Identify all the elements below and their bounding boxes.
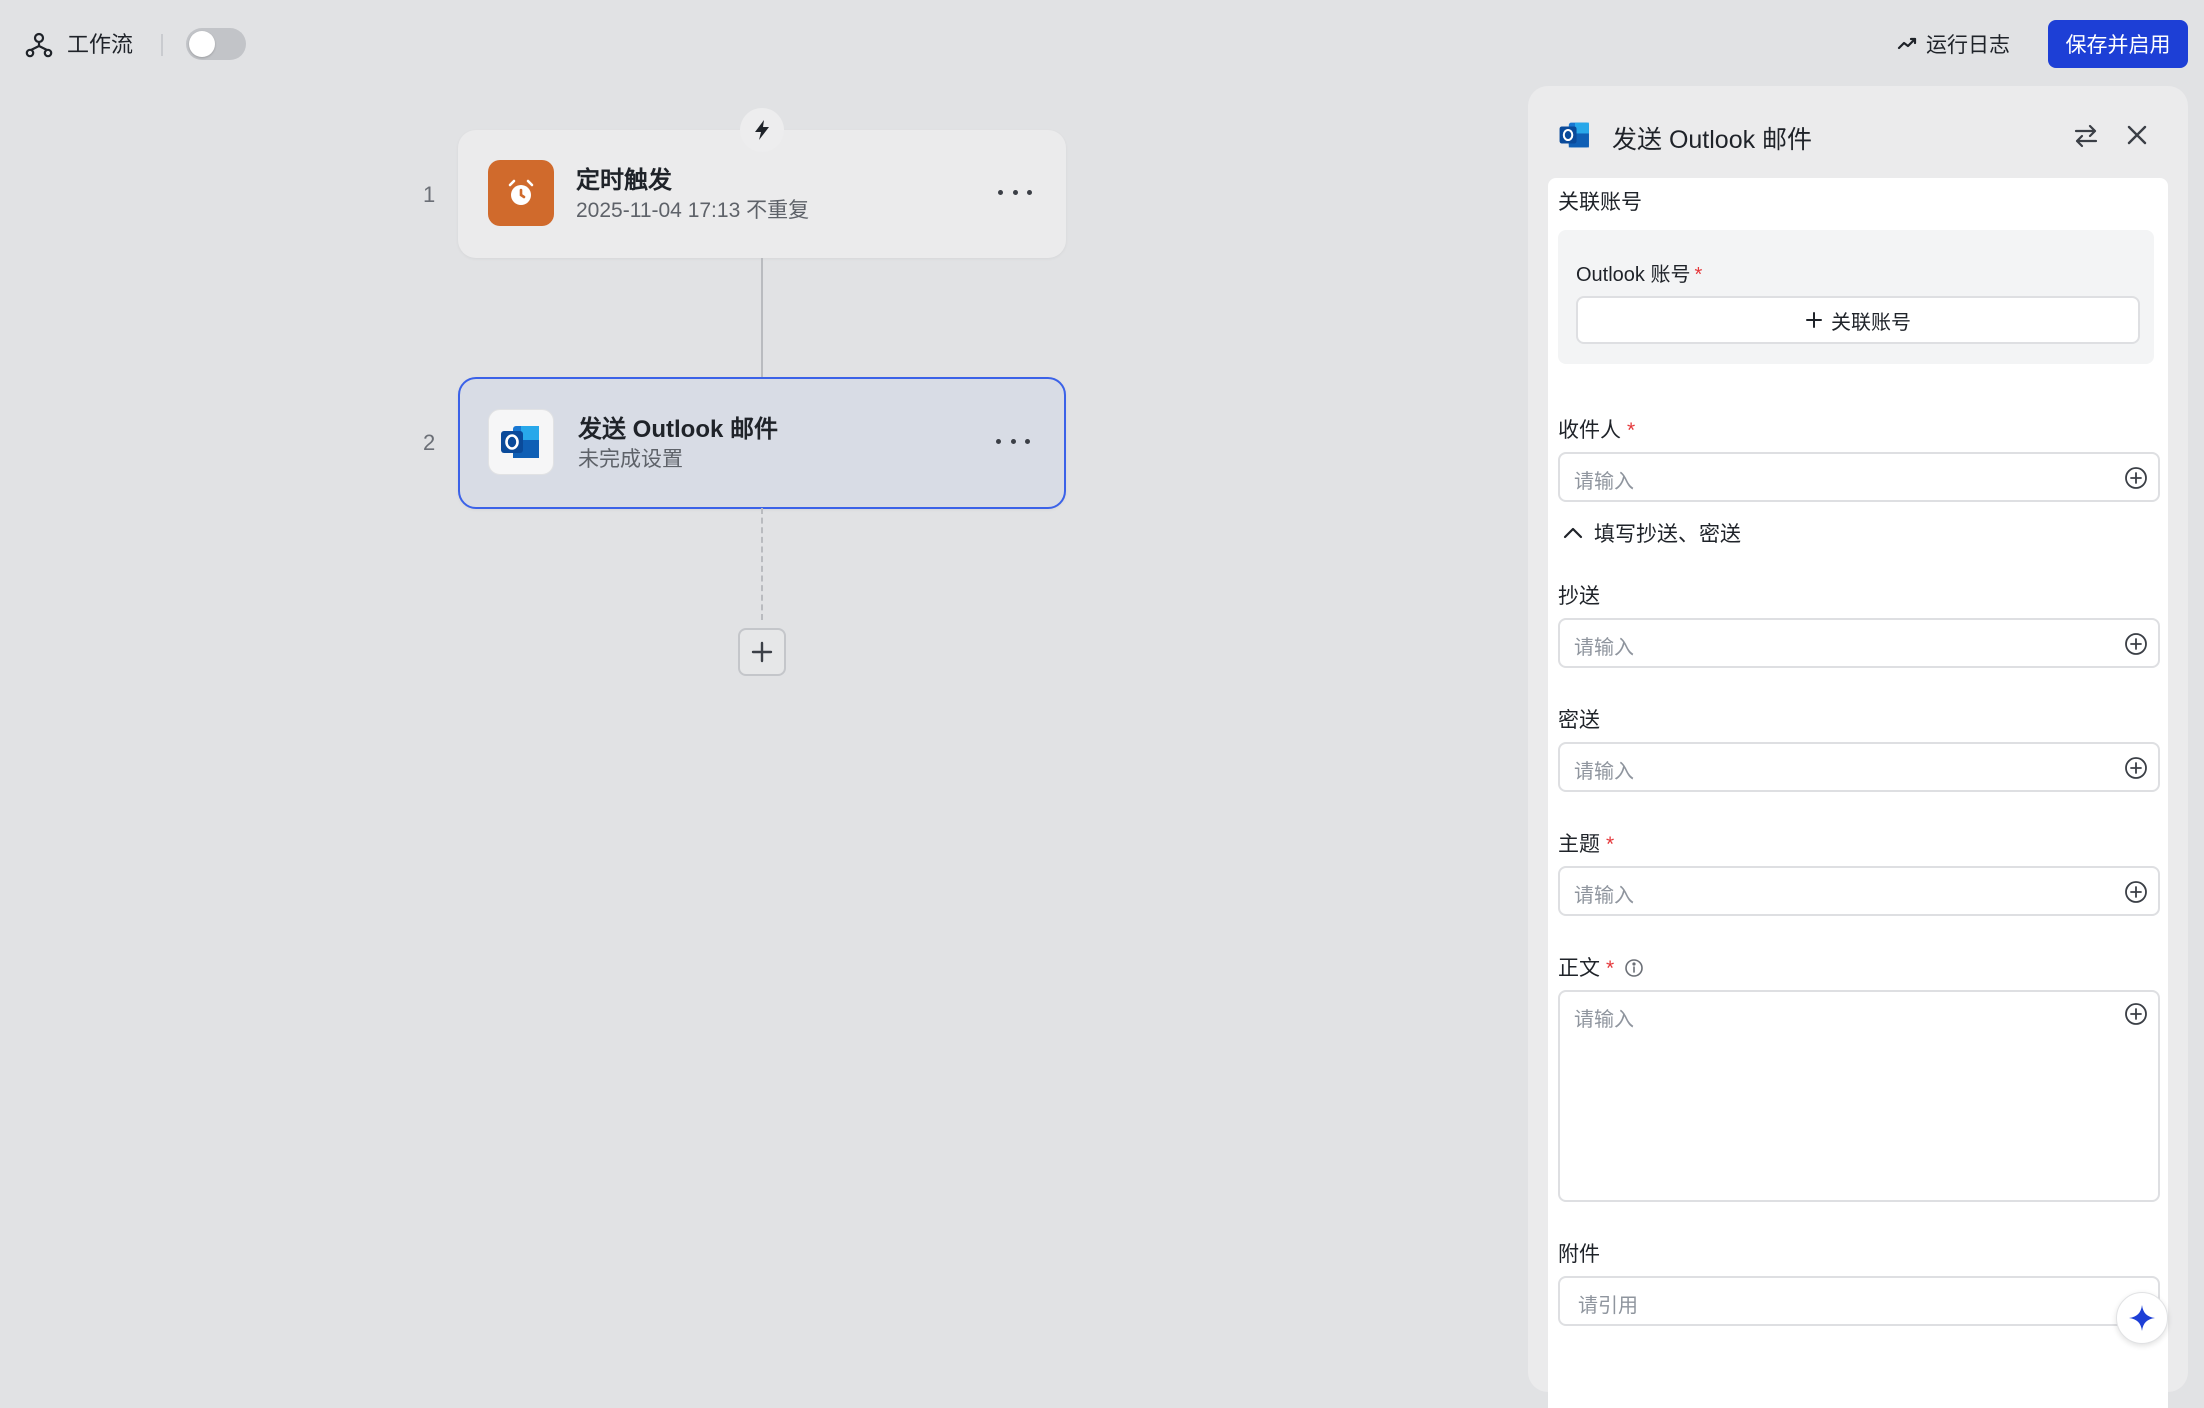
ai-assistant-button[interactable] [2116,1292,2168,1344]
body-placeholder: 请输入 [1574,1009,1634,1031]
insert-variable-icon[interactable] [2124,756,2148,780]
switch-action-icon[interactable] [2072,122,2100,150]
more-options-icon[interactable] [996,429,1030,453]
link-account-label: 关联账号 [1831,311,1911,334]
top-bar: 工作流 运行日志 保存并启用 [0,0,2204,88]
account-box: Outlook 账号 * 关联账号 [1558,230,2154,364]
attachment-placeholder: 请引用 [1578,1295,1638,1317]
cc-bcc-toggle-label: 填写抄送、密送 [1594,523,1741,546]
outlook-icon [488,409,554,475]
cc-bcc-toggle[interactable]: 填写抄送、密送 [1562,518,1741,548]
recipient-placeholder: 请输入 [1574,471,1634,493]
step-number: 2 [423,430,436,455]
outlook-account-label: Outlook 账号 * [1576,264,1703,286]
cc-input[interactable]: 请输入 [1558,618,2160,668]
step-card-send-outlook[interactable]: 发送 Outlook 邮件 未完成设置 [458,377,1066,509]
step-subtitle: 2025-11-04 17:13 不重复 [576,199,810,222]
body-label: 正文 * [1558,952,1644,984]
bcc-input[interactable]: 请输入 [1558,742,2160,792]
alarm-clock-icon [488,160,554,226]
recipient-label: 收件人 * [1558,419,1636,442]
insert-variable-icon[interactable] [2124,1002,2148,1026]
workflow-enable-toggle[interactable] [186,28,246,60]
add-step-button[interactable] [738,628,786,676]
cc-placeholder: 请输入 [1574,637,1634,659]
attachment-label: 附件 [1558,1243,1600,1266]
account-section-label: 关联账号 [1558,191,1642,214]
step-number: 1 [423,182,436,207]
divider [161,34,163,56]
trend-icon [1897,37,1917,50]
attachment-input[interactable]: 请引用 [1558,1276,2160,1326]
plus-icon [1806,312,1822,328]
cc-label: 抄送 [1558,585,1600,608]
bcc-label: 密送 [1558,709,1600,732]
more-options-icon[interactable] [998,180,1032,204]
insert-variable-icon[interactable] [2124,632,2148,656]
body-textarea[interactable]: 请输入 [1558,990,2160,1202]
insert-variable-icon[interactable] [2124,466,2148,490]
step-title: 发送 Outlook 邮件 [578,416,778,443]
connector-line [761,258,763,378]
recipient-input[interactable]: 请输入 [1558,452,2160,502]
panel-form: 关联账号 Outlook 账号 * 关联账号 收件人 * 请输入 填写抄送、密送 抄… [1548,178,2168,1408]
subject-placeholder: 请输入 [1574,885,1634,907]
required-mark: * [1606,957,1615,980]
step-subtitle: 未完成设置 [578,448,683,471]
insert-variable-icon[interactable] [2124,880,2148,904]
connector-dashed-line [761,508,763,620]
sparkle-icon [2129,1305,2155,1331]
workflow-icon [24,30,54,60]
workflow-title: 工作流 [67,32,134,57]
run-log-button[interactable]: 运行日志 [1896,26,2010,62]
lightning-icon [740,108,784,152]
info-icon[interactable] [1624,958,1644,984]
required-mark: * [1606,833,1615,856]
bcc-placeholder: 请输入 [1574,761,1634,783]
outlook-icon [1558,118,1592,152]
step-title: 定时触发 [576,167,672,194]
save-and-enable-button[interactable]: 保存并启用 [2048,20,2188,68]
chevron-up-icon [1563,527,1583,539]
toggle-knob [189,31,215,57]
close-icon[interactable] [2122,120,2152,150]
step-config-panel: 发送 Outlook 邮件 关联账号 Outlook 账号 * 关联账号 收件人 *… [1528,86,2188,1408]
link-account-button[interactable]: 关联账号 [1576,296,2140,344]
run-log-label: 运行日志 [1926,34,2010,57]
panel-title: 发送 Outlook 邮件 [1612,126,1813,154]
subject-label: 主题 * [1558,833,1615,856]
subject-input[interactable]: 请输入 [1558,866,2160,916]
required-mark: * [1627,419,1636,442]
required-mark: * [1694,264,1703,286]
plus-icon [751,641,773,663]
